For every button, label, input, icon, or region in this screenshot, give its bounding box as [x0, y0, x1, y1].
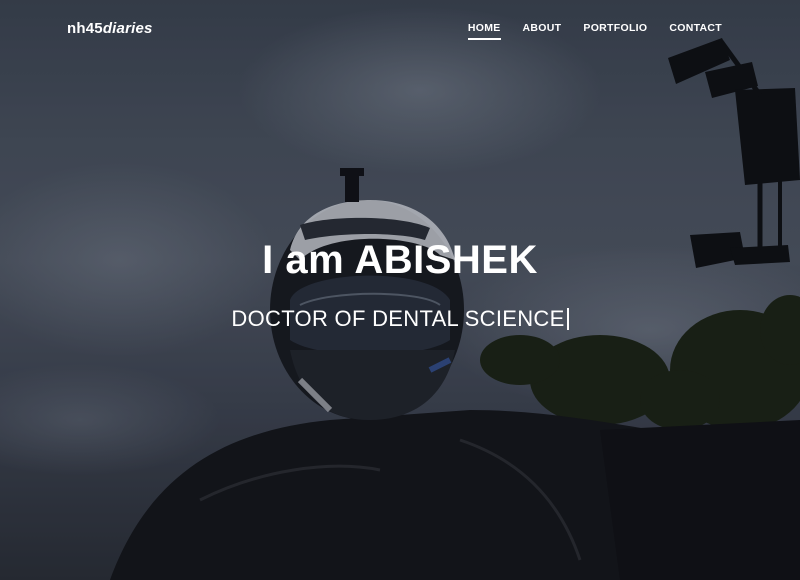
logo-italic-text: diaries	[102, 20, 153, 37]
hero-subline-wrapper: DOCTOR OF DENTAL SCIENCE	[0, 306, 800, 332]
nav-contact[interactable]: CONTACT	[669, 22, 722, 40]
hero-dark-overlay	[0, 0, 800, 580]
hero-headline: I am ABISHEK	[262, 238, 538, 282]
nav-home[interactable]: HOME	[467, 22, 501, 40]
nav-about[interactable]: ABOUT	[523, 22, 562, 40]
hero-section: nh45diaries HOME ABOUT PORTFOLIO CONTACT…	[0, 0, 800, 580]
hero-subline: DOCTOR OF DENTAL SCIENCE	[231, 306, 565, 331]
main-nav: HOME ABOUT PORTFOLIO CONTACT	[467, 22, 722, 40]
typing-cursor	[566, 308, 569, 330]
nav-portfolio[interactable]: PORTFOLIO	[583, 22, 647, 40]
site-logo[interactable]: nh45diaries	[67, 20, 153, 37]
logo-bold-text: nh45	[67, 20, 103, 37]
